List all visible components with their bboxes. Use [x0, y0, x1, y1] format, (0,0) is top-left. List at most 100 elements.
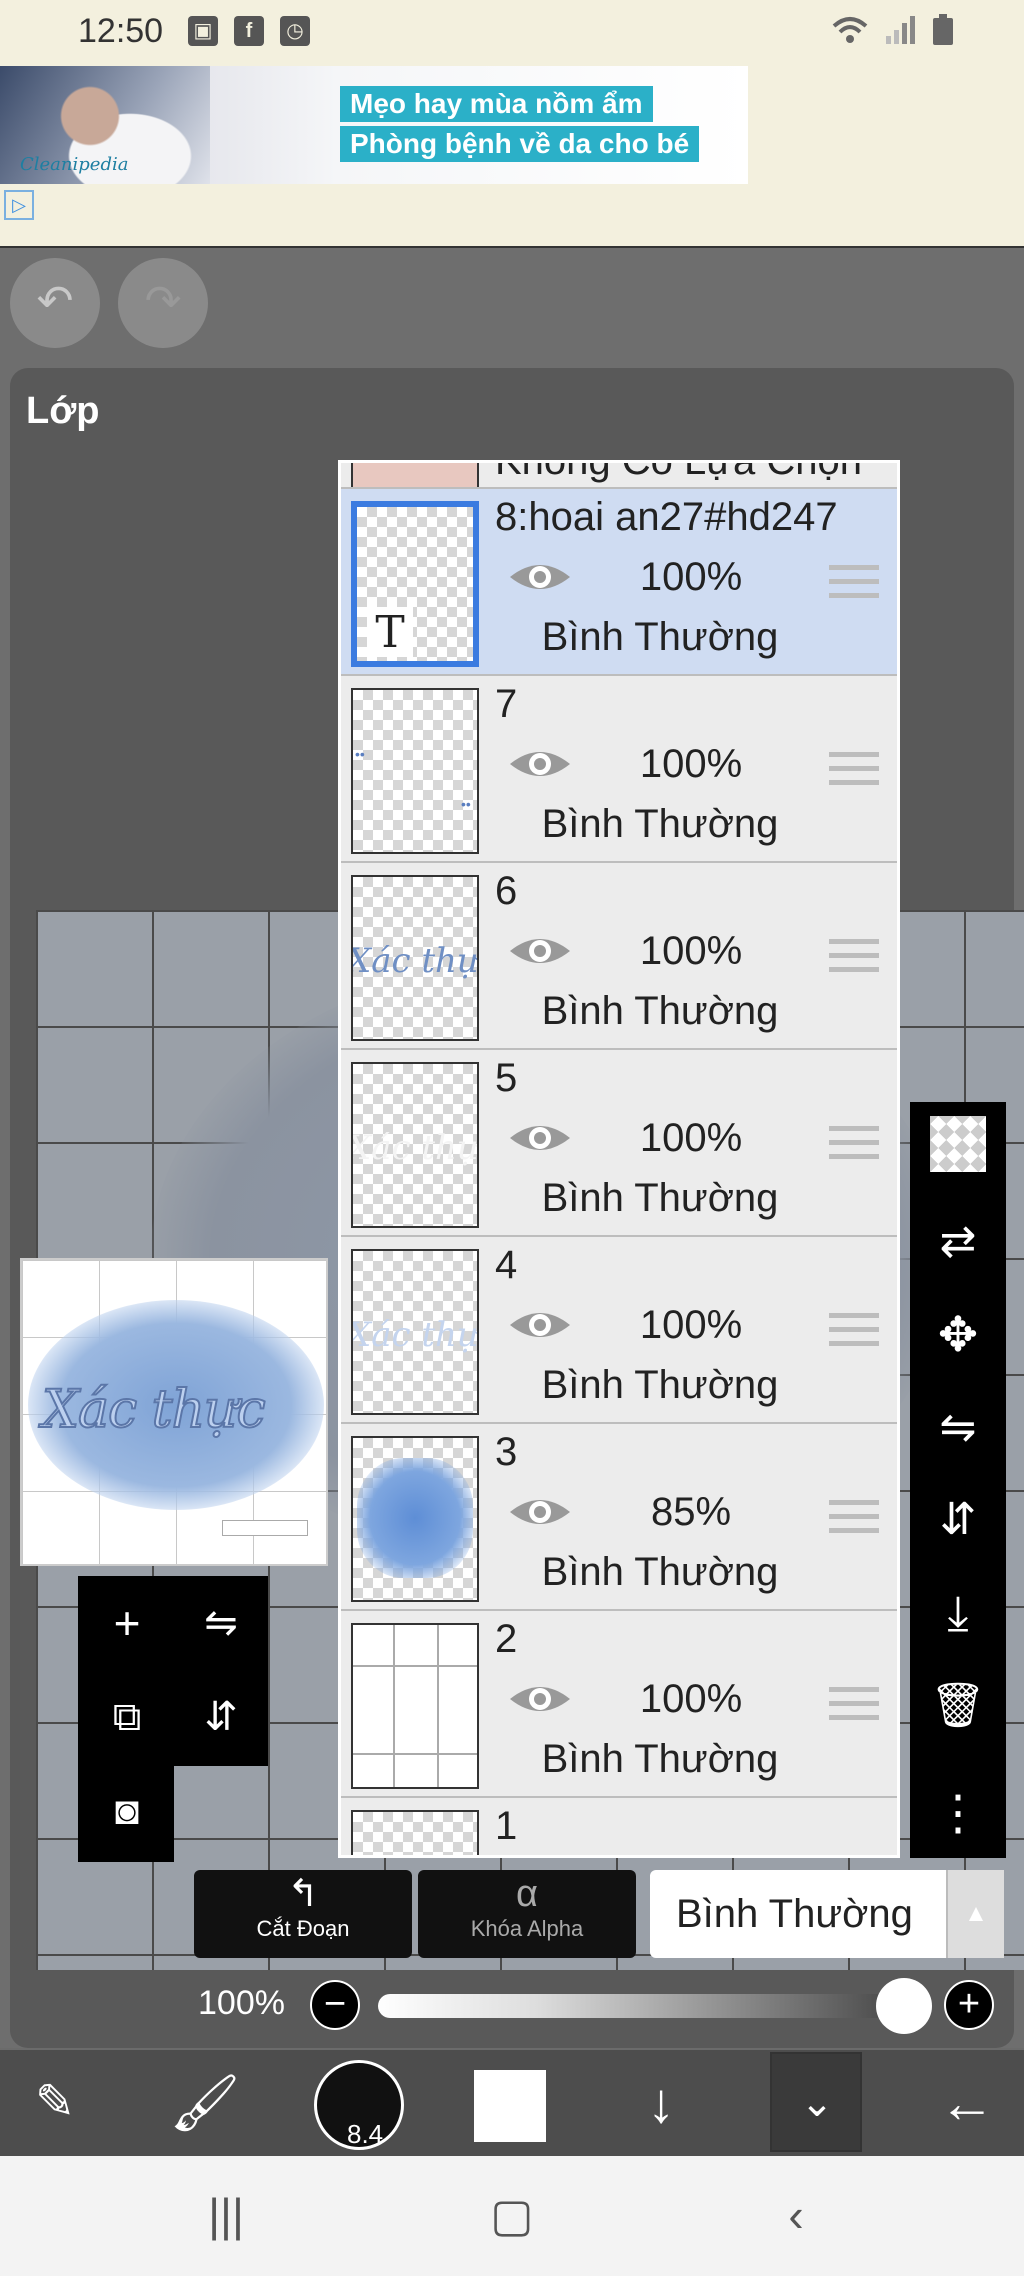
brush-icon[interactable]: 🖌 — [160, 2058, 250, 2148]
layer-opacity[interactable]: 100% — [631, 1116, 751, 1161]
move-icon[interactable]: ✥ — [924, 1302, 992, 1370]
drag-handle-icon[interactable] — [829, 939, 879, 973]
thumb-script-text: Xác thực — [351, 1128, 479, 1168]
ad-line-2: Phòng bệnh về da cho bé — [340, 126, 700, 162]
preview-signature — [222, 1520, 308, 1536]
visibility-eye-icon[interactable] — [507, 744, 573, 784]
status-time: 12:50 — [78, 12, 164, 50]
arrow-down-icon[interactable]: ↓ — [616, 2058, 706, 2148]
visibility-eye-icon[interactable] — [507, 1679, 573, 1719]
trash-icon[interactable]: 🗑 — [924, 1672, 992, 1740]
wifi-icon — [832, 17, 868, 43]
layer-thumbnail: •• •• — [351, 688, 479, 854]
layer-thumbnail — [351, 463, 479, 487]
layer-row-8[interactable]: T 8:hoai an27#hd247 100% Bình Thường — [341, 489, 897, 676]
layer-row-4[interactable]: Xác thực 4 100% Bình Thường — [341, 1237, 897, 1424]
layer-name: 8:hoai an27#hd247 — [495, 495, 838, 539]
visibility-eye-icon[interactable] — [507, 557, 573, 597]
opacity-slider-knob[interactable] — [876, 1978, 932, 2034]
drag-handle-icon[interactable] — [829, 1500, 879, 1534]
preview-text: Xác thực — [41, 1379, 267, 1441]
brush-size-value: 8.4 — [347, 2119, 384, 2149]
ad-line-1: Mẹo hay mùa nồm ẩm — [340, 86, 653, 122]
opacity-slider[interactable] — [378, 1994, 908, 2018]
layer-name: 3 — [495, 1430, 518, 1474]
layer-row-2[interactable]: 2 100% Bình Thường — [341, 1611, 897, 1798]
opacity-value: 100% — [198, 1984, 285, 2022]
layer-opacity[interactable]: 100% — [631, 742, 751, 787]
layer-name: 4 — [495, 1243, 518, 1287]
drag-handle-icon[interactable] — [829, 752, 879, 786]
ad-brand: Cleanipedia — [20, 154, 129, 175]
layer-row-1[interactable]: 1 — [341, 1798, 897, 1855]
opacity-minus-button[interactable]: − — [310, 1980, 360, 2030]
layer-row-7[interactable]: •• •• 7 100% Bình Thường — [341, 676, 897, 863]
chevron-double-down-icon[interactable]: ⌄ — [772, 2058, 862, 2148]
layer-opacity[interactable]: 100% — [631, 555, 751, 600]
drag-handle-icon[interactable] — [829, 1126, 879, 1160]
drag-handle-icon[interactable] — [829, 1313, 879, 1347]
layer-name: 2 — [495, 1617, 518, 1661]
text-layer-icon: T — [367, 607, 413, 658]
opacity-plus-button[interactable]: + — [944, 1980, 994, 2030]
ad-banner[interactable]: Cleanipedia Mẹo hay mùa nồm ẩm Phòng bện… — [0, 66, 1024, 248]
layer-name: 5 — [495, 1056, 518, 1100]
drag-handle-icon[interactable] — [829, 565, 879, 599]
ad-image[interactable]: Cleanipedia Mẹo hay mùa nồm ẩm Phòng bện… — [0, 66, 748, 184]
visibility-eye-icon[interactable] — [507, 1305, 573, 1345]
recent-apps-icon[interactable]: ||| — [186, 2180, 266, 2250]
transparency-icon[interactable] — [930, 1116, 986, 1172]
layer-blend-mode: Bình Thường — [541, 1550, 779, 1594]
camera-icon[interactable]: ◙ — [92, 1776, 162, 1846]
layer-thumbnail: Xác thực — [351, 1062, 479, 1228]
brush-size-button[interactable]: 8.4 — [314, 2060, 404, 2150]
layer-row-6[interactable]: Xác thực 6 100% Bình Thường — [341, 863, 897, 1050]
layer-blend-mode: Bình Thường — [541, 1737, 779, 1781]
tool-switch-icon[interactable]: ✎ — [10, 2058, 100, 2148]
layer-row-3[interactable]: 3 85% Bình Thường — [341, 1424, 897, 1611]
home-icon[interactable]: ▢ — [472, 2180, 552, 2250]
back-icon[interactable]: ‹ — [756, 2180, 836, 2250]
signal-icon — [886, 16, 915, 44]
merge-down-icon[interactable]: ⤓ — [924, 1580, 992, 1648]
back-arrow-icon[interactable]: ← — [922, 2058, 1012, 2148]
thumb-grid — [353, 1625, 477, 1787]
swap-layer-icon[interactable]: ⇄ — [924, 1208, 992, 1276]
triangle-up-icon[interactable]: ▲ — [946, 1870, 1004, 1958]
more-options-icon[interactable]: ⋮ — [924, 1780, 992, 1848]
flip-horizontal-icon[interactable]: ⇋ — [186, 1588, 256, 1658]
color-swatch[interactable] — [474, 2070, 546, 2142]
thumb-dots: •• — [461, 796, 471, 812]
clipping-label: Cắt Đoạn — [256, 1916, 350, 1941]
layer-opacity[interactable]: 85% — [631, 1490, 751, 1535]
layer-opacity[interactable]: 100% — [631, 929, 751, 974]
canvas-preview[interactable]: Xác thực — [20, 1258, 328, 1566]
redo-button[interactable]: ↷ — [118, 258, 208, 348]
drag-handle-icon[interactable] — [829, 1687, 879, 1721]
thumb-dots: •• — [355, 746, 365, 762]
clipping-button[interactable]: ↰ Cắt Đoạn — [194, 1870, 412, 1958]
layer-row-none[interactable]: Không Có Lựa Chọn — [341, 463, 897, 489]
duplicate-layer-icon[interactable]: ⧉ — [92, 1682, 162, 1752]
visibility-eye-icon[interactable] — [507, 931, 573, 971]
undo-button[interactable]: ↶ — [10, 258, 100, 348]
adchoices-icon[interactable]: ▷ — [4, 190, 34, 220]
layer-row-5[interactable]: Xác thực 5 100% Bình Thường — [341, 1050, 897, 1237]
layer-panel-title: Lớp — [26, 390, 100, 432]
layer-thumbnail: Xác thực — [351, 1249, 479, 1415]
alpha-lock-button[interactable]: α Khóa Alpha — [418, 1870, 636, 1958]
layer-opacity[interactable]: 100% — [631, 1303, 751, 1348]
layer-list[interactable]: Không Có Lựa Chọn T 8:hoai an27#hd247 10… — [338, 460, 900, 1858]
flip-vertical-icon[interactable]: ⇵ — [186, 1682, 256, 1752]
blend-mode-select[interactable]: Bình Thường ▲ — [650, 1870, 1004, 1958]
thumb-cloud — [357, 1458, 473, 1578]
clipping-icon: ↰ — [287, 1873, 319, 1915]
layer-name: 7 — [495, 682, 518, 726]
flip-vertical-icon[interactable]: ⇵ — [924, 1486, 992, 1554]
add-layer-icon[interactable]: + — [92, 1588, 162, 1658]
layer-name: Không Có Lựa Chọn — [495, 463, 862, 484]
visibility-eye-icon[interactable] — [507, 1118, 573, 1158]
visibility-eye-icon[interactable] — [507, 1492, 573, 1532]
flip-horizontal-icon[interactable]: ⇋ — [924, 1394, 992, 1462]
layer-opacity[interactable]: 100% — [631, 1677, 751, 1722]
